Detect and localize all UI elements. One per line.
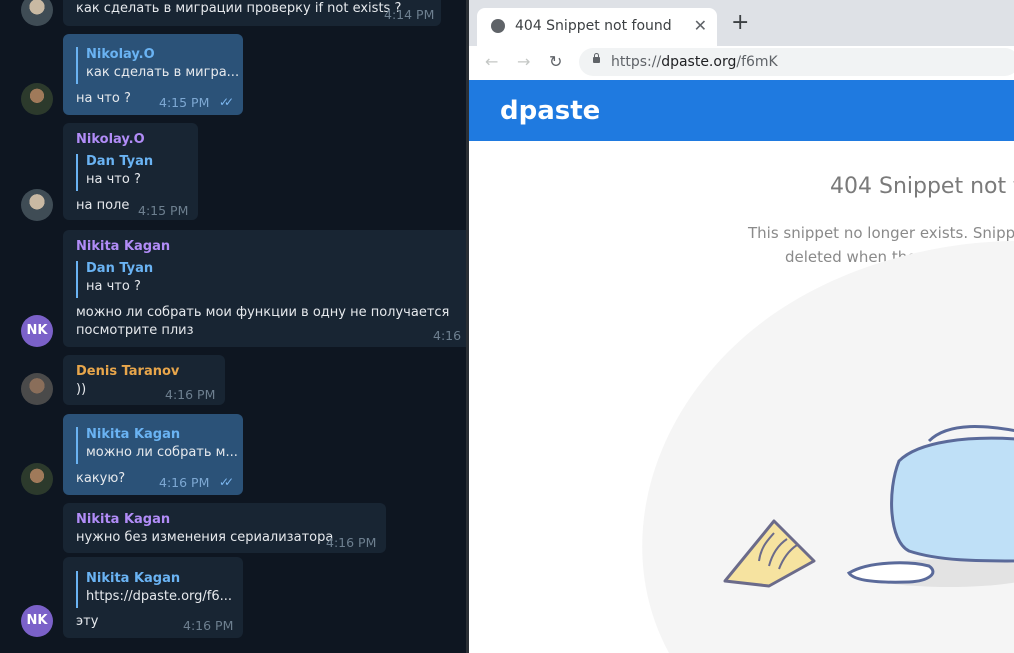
quote-author: Dan Tyan: [86, 154, 154, 169]
reply-quote[interactable]: Nikolay.O как сделать в мигра...: [76, 47, 239, 84]
reply-quote[interactable]: Nikita Kagan https://dpaste.org/f6...: [76, 571, 232, 608]
message-text: на что ?: [76, 91, 131, 106]
reload-icon[interactable]: ↻: [549, 52, 562, 71]
globe-icon: [491, 19, 505, 33]
illustration: [642, 241, 1014, 653]
page-content: 404 Snippet not fo This snippet no longe…: [469, 141, 1014, 653]
character-body: [890, 436, 1014, 563]
back-arrow-icon[interactable]: ←: [485, 52, 498, 71]
quote-text: https://dpaste.org/f6...: [86, 589, 233, 604]
address-bar[interactable]: https://dpaste.org/f6mK: [579, 48, 1014, 76]
chat-panel: как сделать в миграции проверку if not e…: [0, 0, 466, 653]
message-time: 4:16 PM: [159, 475, 210, 490]
url-text: https://dpaste.org/f6mK: [611, 54, 778, 70]
new-tab-button[interactable]: +: [731, 10, 749, 35]
quote-author: Nikita Kagan: [86, 427, 181, 442]
avatar[interactable]: [21, 189, 53, 221]
sender-name[interactable]: Nikolay.O: [76, 132, 145, 147]
message-time: 4:15 PM: [159, 95, 210, 110]
message-bubble: Nikolay.O Dan Tyan на что ? на поле 4:15…: [63, 123, 198, 220]
message-text: эту: [76, 614, 99, 629]
sender-name[interactable]: Denis Taranov: [76, 364, 179, 379]
avatar[interactable]: [21, 463, 53, 495]
message-text: какую?: [76, 471, 126, 486]
quote-author: Nikita Kagan: [86, 571, 181, 586]
avatar[interactable]: [21, 83, 53, 115]
message-text: как сделать в миграции проверку if not e…: [76, 1, 402, 16]
quote-text: на что ?: [86, 279, 141, 294]
quote-text: на что ?: [86, 172, 141, 187]
message-bubble: Nikita Kagan https://dpaste.org/f6... эт…: [63, 557, 243, 638]
message-bubble: Nikita Kagan нужно без изменения сериали…: [63, 503, 386, 553]
message-bubble: Nikita Kagan можно ли собрать м... какую…: [63, 414, 243, 495]
browser-window: 404 Snippet not found ✕ + ← → ↻ https://…: [466, 0, 1014, 653]
message-bubble: Nikita Kagan Dan Tyan на что ? можно ли …: [63, 230, 466, 347]
message-bubble: Denis Taranov )) 4:16 PM: [63, 355, 225, 405]
avatar[interactable]: NK: [21, 315, 53, 347]
sender-name[interactable]: Nikita Kagan: [76, 239, 170, 254]
browser-toolbar: ← → ↻ https://dpaste.org/f6mK: [469, 46, 1014, 80]
lock-icon[interactable]: [593, 53, 600, 63]
tab-strip: 404 Snippet not found ✕ +: [469, 0, 1014, 46]
avatar[interactable]: [21, 0, 53, 26]
site-header: dpaste: [469, 80, 1014, 141]
site-logo[interactable]: dpaste: [500, 96, 600, 126]
message-text: на поле: [76, 198, 130, 213]
quote-text: можно ли собрать м...: [86, 445, 238, 460]
message-text: посмотрите плиз: [76, 323, 194, 338]
message-bubble: Nikolay.O как сделать в мигра... на что …: [63, 34, 243, 115]
browser-tab[interactable]: 404 Snippet not found ✕: [477, 8, 717, 46]
quote-author: Nikolay.O: [86, 47, 155, 62]
avatar[interactable]: [21, 373, 53, 405]
message-text: можно ли собрать мои функции в одну не п…: [76, 305, 450, 320]
reply-quote[interactable]: Nikita Kagan можно ли собрать м...: [76, 427, 238, 464]
message-text: нужно без изменения сериализатора: [76, 530, 334, 545]
avatar[interactable]: NK: [21, 605, 53, 637]
read-check-icon: ✓✓: [219, 475, 234, 489]
close-icon[interactable]: ✕: [694, 16, 707, 35]
reply-quote[interactable]: Dan Tyan на что ?: [76, 154, 188, 191]
reply-quote[interactable]: Dan Tyan на что ?: [76, 261, 188, 298]
message-time: 4:16 PM: [165, 387, 216, 402]
message-time: 4:16 P: [433, 328, 466, 343]
message-bubble: как сделать в миграции проверку if not e…: [63, 0, 441, 26]
message-time: 4:14 PM: [384, 7, 435, 22]
message-time: 4:15 PM: [138, 203, 189, 218]
message-text: )): [76, 382, 87, 397]
message-time: 4:16 PM: [326, 535, 377, 550]
forward-arrow-icon[interactable]: →: [517, 52, 530, 71]
message-time: 4:16 PM: [183, 618, 234, 633]
read-check-icon: ✓✓: [219, 95, 234, 109]
sender-name[interactable]: Nikita Kagan: [76, 512, 170, 527]
quote-author: Dan Tyan: [86, 261, 154, 276]
quote-text: как сделать в мигра...: [86, 65, 240, 80]
tab-title: 404 Snippet not found: [515, 18, 672, 34]
